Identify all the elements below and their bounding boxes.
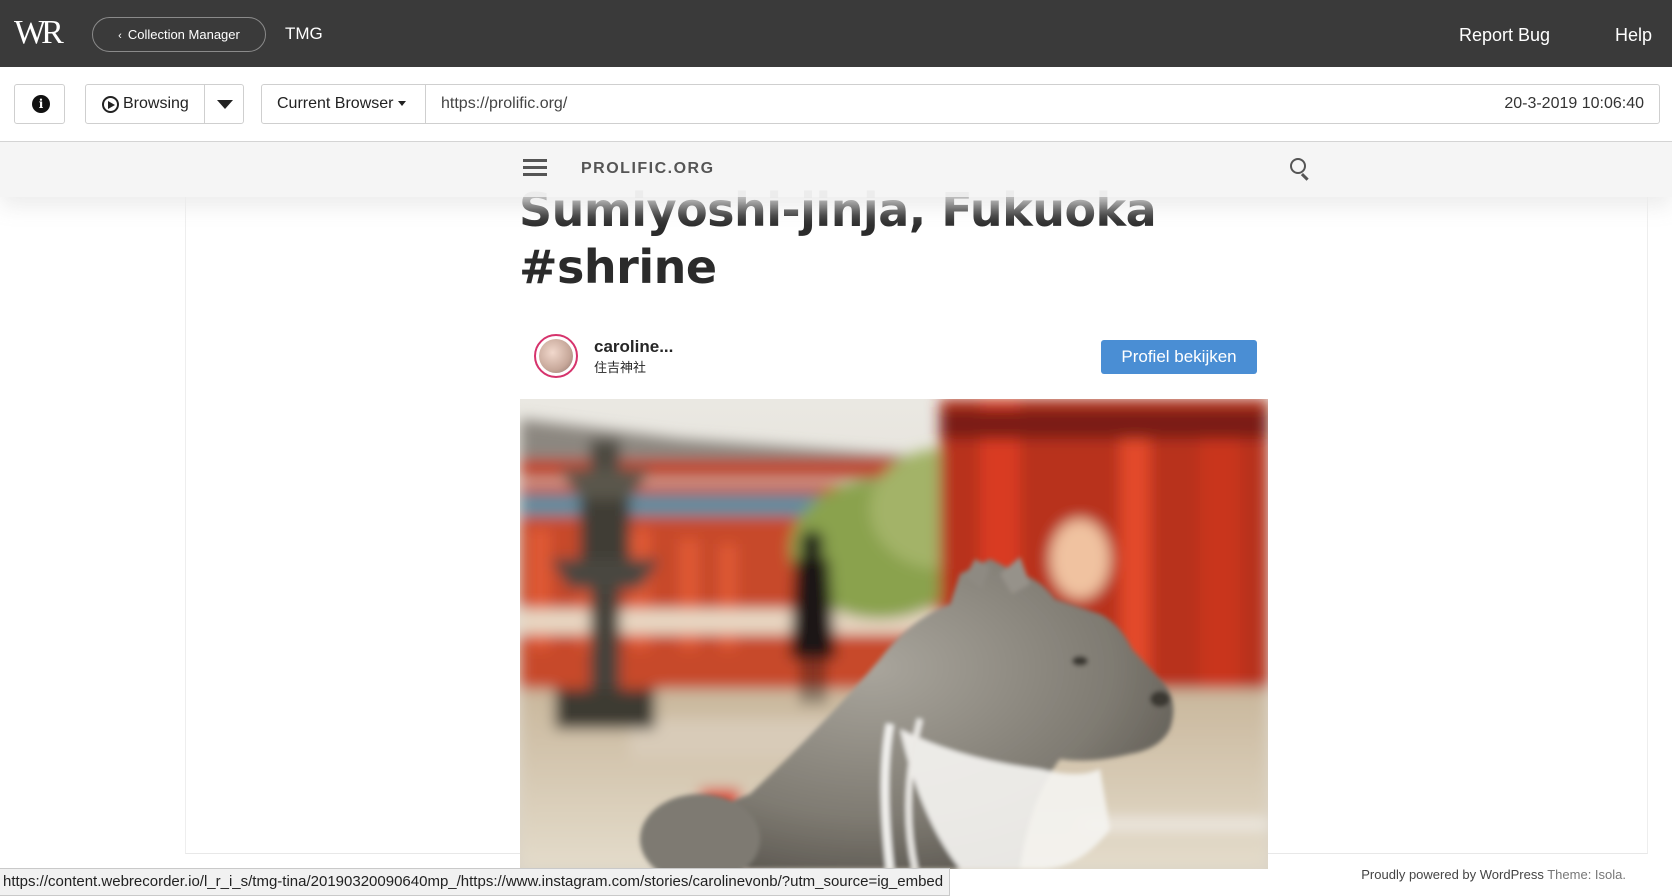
chevron-left-icon: ‹: [118, 30, 122, 42]
instagram-username[interactable]: caroline...: [594, 337, 673, 357]
instagram-location[interactable]: 住吉神社: [594, 360, 646, 376]
avatar[interactable]: [534, 334, 578, 378]
replay-toolbar: i Browsing Current Browser https://proli…: [0, 67, 1672, 142]
collection-name[interactable]: TMG: [285, 22, 323, 46]
post-title: Sumiyoshi-jinja, Fukuoka #shrine: [519, 182, 1239, 296]
mode-dropdown-button[interactable]: [204, 84, 244, 124]
search-icon[interactable]: [1290, 158, 1312, 181]
info-icon: i: [32, 95, 50, 113]
shrine-photo-image: [520, 399, 1268, 869]
wordpress-credit-link[interactable]: Proudly powered by WordPress: [1361, 867, 1544, 882]
url-bar[interactable]: https://prolific.org/ 20-3-2019 10:06:40: [425, 84, 1660, 124]
browser-label: Current Browser: [277, 95, 394, 112]
view-profile-button[interactable]: Profiel bekijken: [1101, 340, 1257, 374]
mode-label: Browsing: [123, 95, 189, 112]
collection-manager-button[interactable]: ‹ Collection Manager: [92, 17, 266, 52]
post-title-line-2: #shrine: [519, 240, 717, 294]
instagram-embed-header: caroline... 住吉神社 Profiel bekijken: [519, 332, 1269, 384]
instagram-photo[interactable]: [520, 399, 1268, 869]
replay-frame: PROLIFIC.ORG Sumiyoshi-jinja, Fukuoka #s…: [0, 142, 1672, 896]
report-bug-link[interactable]: Report Bug: [1459, 23, 1550, 47]
webrecorder-logo[interactable]: WR: [14, 14, 64, 52]
capture-timestamp[interactable]: 20-3-2019 10:06:40: [1504, 93, 1644, 115]
caret-down-icon: [398, 101, 407, 107]
site-header: PROLIFIC.ORG: [0, 142, 1672, 197]
theme-credit[interactable]: Theme: Isola.: [1547, 867, 1626, 882]
app-header: WR ‹ Collection Manager TMG Report Bug He…: [0, 0, 1672, 67]
play-circle-icon: [102, 96, 119, 113]
info-button[interactable]: i: [14, 84, 65, 124]
caret-down-icon: [217, 100, 233, 109]
menu-icon[interactable]: [523, 159, 547, 177]
help-link[interactable]: Help: [1615, 23, 1652, 47]
footer-credit: Proudly powered by WordPress Theme: Isol…: [1361, 866, 1626, 884]
site-title[interactable]: PROLIFIC.ORG: [581, 158, 715, 180]
url-text[interactable]: https://prolific.org/: [441, 93, 567, 115]
link-status-bar: https://content.webrecorder.io/l_r_i_s/t…: [0, 868, 951, 896]
mode-button[interactable]: Browsing: [85, 84, 205, 124]
collection-manager-label: Collection Manager: [127, 27, 240, 42]
browser-select[interactable]: Current Browser: [261, 84, 426, 124]
